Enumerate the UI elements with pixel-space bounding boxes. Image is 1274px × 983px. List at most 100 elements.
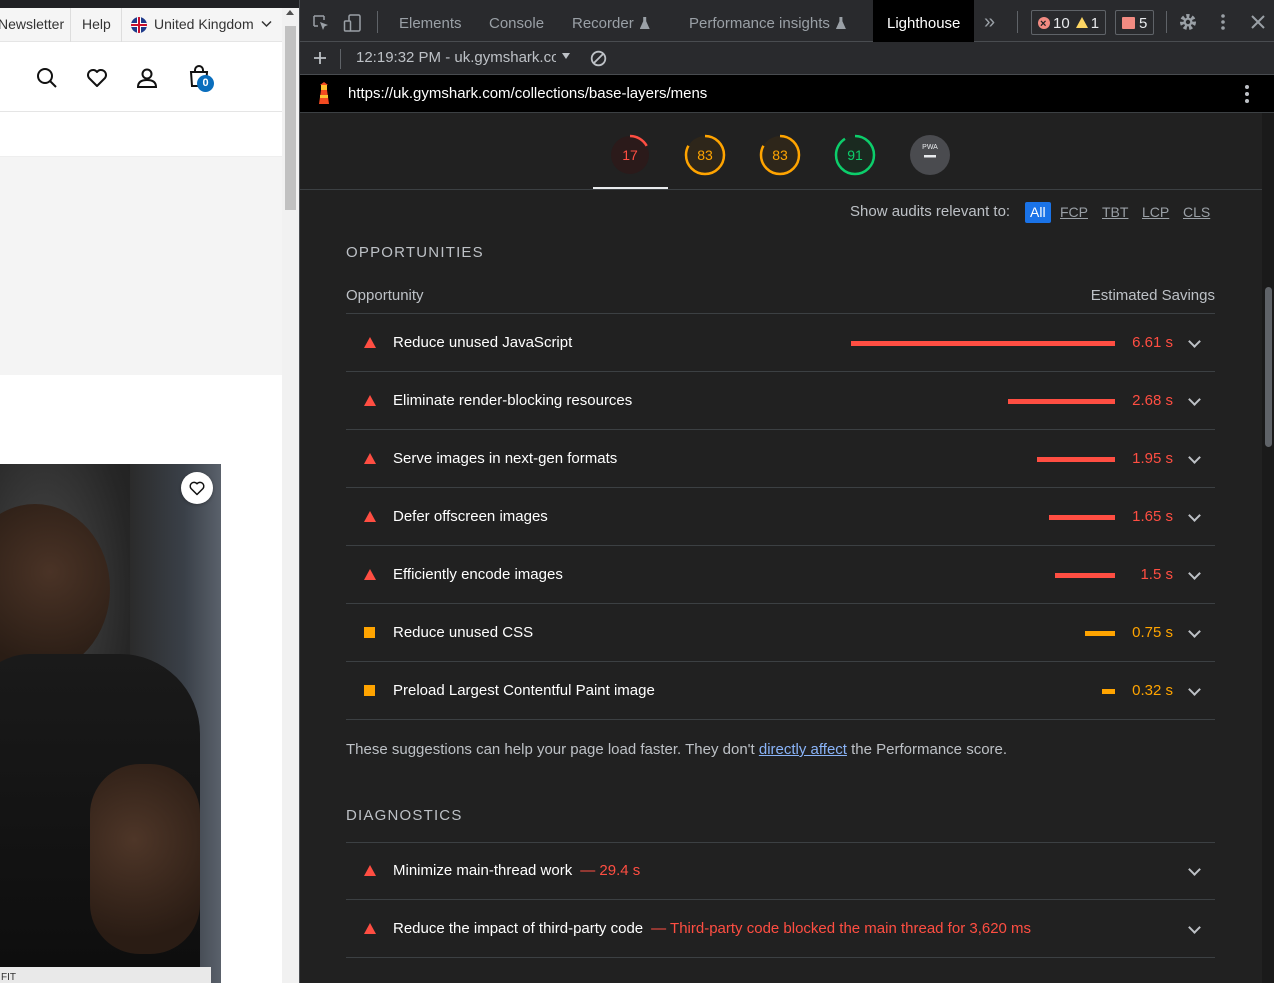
error-icon	[1038, 12, 1050, 37]
estimated-savings: 1.65 s	[1132, 508, 1173, 525]
inspect-element-icon[interactable]	[312, 14, 330, 32]
expand-chevron-icon[interactable]	[1188, 921, 1201, 934]
tab-recorder-label: Recorder	[572, 15, 634, 32]
opportunity-title: Eliminate render-blocking resources	[393, 392, 633, 409]
screen: Newsletter Help United Kingdom 0 FIT Ele…	[0, 0, 1274, 983]
gauge-performance[interactable]: 17	[609, 134, 651, 176]
tab-performance-insights[interactable]: Performance insights	[689, 0, 846, 42]
savings-bar	[1102, 689, 1115, 694]
fail-triangle-icon	[364, 337, 376, 348]
warning-icon	[1075, 17, 1088, 28]
report-selector[interactable]: 12:19:32 PM - uk.gymshark.coi	[356, 49, 556, 66]
opportunity-title: Serve images in next-gen formats	[393, 450, 618, 467]
estimated-savings: 1.95 s	[1132, 450, 1173, 467]
chevron-down-icon	[261, 20, 272, 28]
wishlist-icon[interactable]	[85, 66, 109, 90]
scrollbar-thumb[interactable]	[285, 26, 296, 210]
savings-column-label: Estimated Savings	[1090, 287, 1215, 304]
more-tabs-icon[interactable]: »	[984, 0, 995, 42]
clear-reports-icon[interactable]	[590, 50, 607, 67]
savings-bar	[1008, 399, 1115, 404]
opportunity-row[interactable]: Efficiently encode images 1.5 s	[346, 546, 1215, 604]
lighthouse-report: 17 83 83 91 PWA Show audits relevant to:…	[300, 113, 1262, 983]
gauge-best-practices[interactable]: 83	[759, 134, 801, 176]
warning-count: 1	[1090, 15, 1100, 32]
opportunity-row[interactable]: Serve images in next-gen formats 1.95 s	[346, 430, 1215, 488]
gauge-seo[interactable]: 91	[834, 134, 876, 176]
dropdown-arrow-icon[interactable]	[562, 53, 570, 59]
opportunity-column-label: Opportunity	[346, 287, 424, 304]
diagnostic-title: Reduce the impact of third-party code	[393, 920, 644, 937]
diagnostics-heading: DIAGNOSTICS	[346, 807, 463, 824]
gauge-pwa[interactable]: PWA	[909, 134, 951, 176]
filter-lcp[interactable]: LCP	[1142, 202, 1169, 223]
expand-chevron-icon[interactable]	[1188, 625, 1201, 638]
pwa-label: PWA	[922, 144, 938, 151]
expand-chevron-icon[interactable]	[1188, 393, 1201, 406]
website-scrollbar[interactable]	[282, 8, 299, 983]
scroll-up-arrow-icon[interactable]	[286, 10, 294, 15]
console-messages-counter[interactable]: 10 1	[1031, 10, 1107, 37]
expand-chevron-icon[interactable]	[1188, 567, 1201, 580]
device-toolbar-icon[interactable]	[343, 13, 363, 33]
expand-chevron-icon[interactable]	[1188, 683, 1201, 696]
savings-bar	[1037, 457, 1115, 462]
diagnostic-row[interactable]: Minimize main-thread work — 29.4 s	[346, 842, 1215, 900]
diagnostic-title-wrap: Reduce the impact of third-party code — T…	[393, 920, 1031, 937]
diagnostic-display-value: — 29.4 s	[580, 862, 641, 879]
add-to-wishlist-button[interactable]	[181, 472, 213, 504]
opportunity-row[interactable]: Preload Largest Contentful Paint image 0.…	[346, 662, 1215, 720]
active-gauge-indicator	[593, 187, 668, 189]
more-options-icon[interactable]	[1219, 13, 1227, 31]
expand-chevron-icon[interactable]	[1188, 509, 1201, 522]
directly-affect-link[interactable]: directly affect	[759, 741, 847, 758]
savings-bar	[1049, 515, 1115, 520]
filter-all[interactable]: All	[1025, 202, 1051, 223]
divider	[340, 49, 341, 69]
opportunities-column-header: Opportunity Estimated Savings	[346, 287, 1215, 314]
gauge-score: 17	[622, 147, 638, 163]
fail-triangle-icon	[364, 395, 376, 406]
expand-chevron-icon[interactable]	[1188, 863, 1201, 876]
issues-counter[interactable]: 5	[1115, 10, 1155, 35]
gauge-score: 83	[772, 147, 788, 163]
gauge-accessibility[interactable]: 83	[684, 134, 726, 176]
diagnostic-display-value: — Third-party code blocked the main thre…	[651, 920, 1032, 937]
diagnostic-row[interactable]: Reduce the impact of third-party code — T…	[346, 900, 1215, 958]
savings-bar	[851, 341, 1115, 346]
opportunity-row[interactable]: Eliminate render-blocking resources 2.68 …	[346, 372, 1215, 430]
opportunity-row[interactable]: Defer offscreen images 1.65 s	[346, 488, 1215, 546]
diagnostic-title-wrap: Minimize main-thread work — 29.4 s	[393, 862, 640, 879]
tab-recorder[interactable]: Recorder	[572, 0, 650, 42]
gauge-score: 83	[697, 147, 713, 163]
estimated-savings: 0.75 s	[1132, 624, 1173, 641]
product-image[interactable]	[0, 464, 221, 983]
settings-gear-icon[interactable]	[1178, 12, 1198, 32]
filter-fcp[interactable]: FCP	[1060, 202, 1088, 223]
opportunity-row[interactable]: Reduce unused JavaScript 6.61 s	[346, 314, 1215, 372]
opportunity-row[interactable]: Reduce unused CSS 0.75 s	[346, 604, 1215, 662]
report-scrollbar-thumb[interactable]	[1265, 287, 1272, 447]
divider	[377, 11, 378, 33]
tab-elements[interactable]: Elements	[399, 0, 462, 42]
product-fit-tag: FIT	[0, 967, 211, 983]
tab-lighthouse[interactable]: Lighthouse	[873, 0, 975, 42]
expand-chevron-icon[interactable]	[1188, 451, 1201, 464]
fail-triangle-icon	[364, 865, 376, 876]
filter-cls[interactable]: CLS	[1183, 202, 1210, 223]
close-devtools-icon[interactable]	[1251, 15, 1265, 29]
lighthouse-toolbar: 12:19:32 PM - uk.gymshark.coi	[300, 42, 1274, 75]
report-scrollbar[interactable]	[1262, 113, 1274, 983]
report-menu-icon[interactable]	[1244, 84, 1250, 104]
new-report-plus-icon[interactable]	[313, 51, 327, 65]
window-edge	[0, 0, 299, 8]
expand-chevron-icon[interactable]	[1188, 335, 1201, 348]
filter-tbt[interactable]: TBT	[1102, 202, 1128, 223]
search-icon[interactable]	[35, 66, 59, 90]
report-url: https://uk.gymshark.com/collections/base…	[348, 85, 708, 102]
filter-label: Show audits relevant to:	[850, 203, 1011, 220]
account-icon[interactable]	[135, 66, 159, 90]
pwa-badge-icon: PWA	[910, 135, 950, 175]
tab-console[interactable]: Console	[489, 0, 544, 42]
fail-triangle-icon	[364, 511, 376, 522]
